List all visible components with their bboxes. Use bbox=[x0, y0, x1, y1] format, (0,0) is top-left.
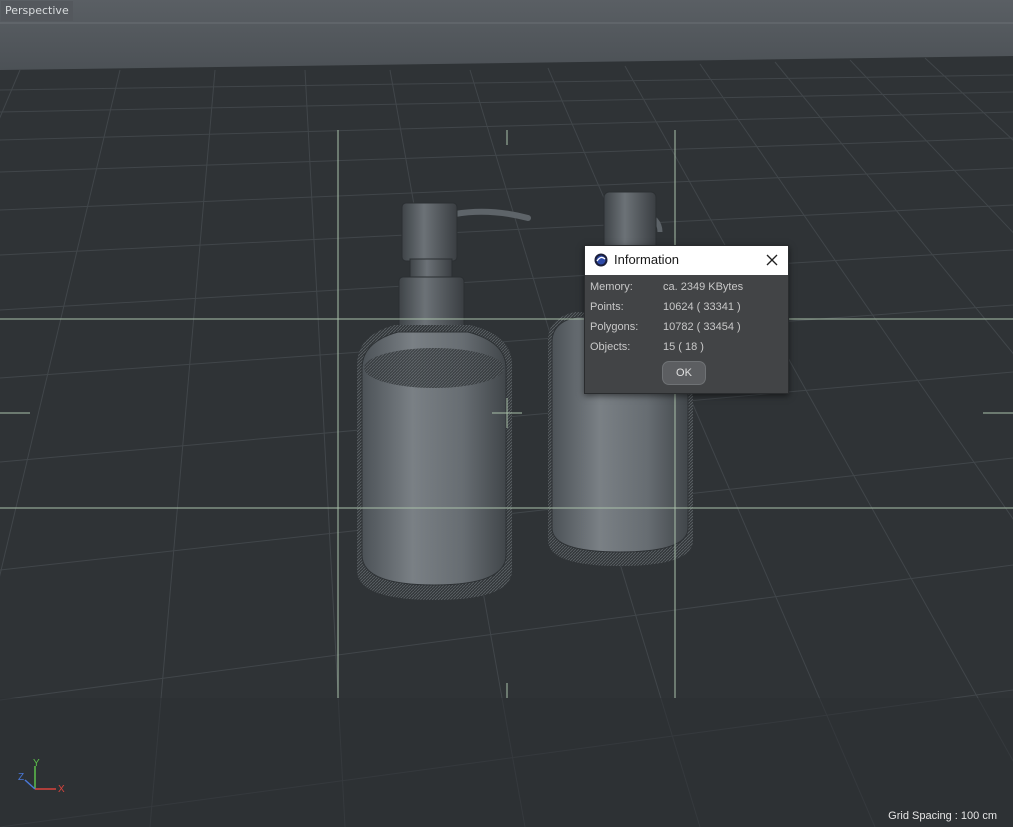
grid-spacing-readout: Grid Spacing : 100 cm bbox=[888, 810, 997, 822]
memory-value: ca. 2349 KBytes bbox=[663, 281, 744, 293]
viewport-scene[interactable]: Y X Z bbox=[0, 0, 1013, 827]
polygons-value: 10782 ( 33454 ) bbox=[663, 321, 741, 333]
perspective-viewport[interactable]: Y X Z Perspective Grid Spacing : 100 cm … bbox=[0, 0, 1013, 827]
soap-bottle-left[interactable] bbox=[357, 202, 531, 600]
axis-y-label: Y bbox=[33, 758, 40, 769]
axis-z-label: Z bbox=[18, 772, 24, 783]
objects-value: 15 ( 18 ) bbox=[663, 341, 704, 353]
dialog-title: Information bbox=[614, 252, 680, 267]
safe-frame-outer-shade bbox=[0, 698, 1013, 827]
points-label: Points: bbox=[590, 301, 624, 313]
ok-button[interactable]: OK bbox=[662, 361, 706, 385]
dialog-titlebar[interactable]: Information bbox=[585, 246, 788, 275]
information-dialog: Information Memory: ca. 2349 KBytes Poin… bbox=[584, 245, 789, 394]
points-value: 10624 ( 33341 ) bbox=[663, 301, 741, 313]
objects-label: Objects: bbox=[590, 341, 631, 353]
polygons-label: Polygons: bbox=[590, 321, 639, 333]
horizon-sky bbox=[0, 0, 1013, 70]
axis-x-label: X bbox=[58, 784, 65, 795]
memory-label: Memory: bbox=[590, 281, 633, 293]
close-icon[interactable] bbox=[763, 251, 781, 269]
cinema4d-logo-icon bbox=[594, 253, 608, 267]
viewport-camera-label[interactable]: Perspective bbox=[1, 1, 73, 21]
